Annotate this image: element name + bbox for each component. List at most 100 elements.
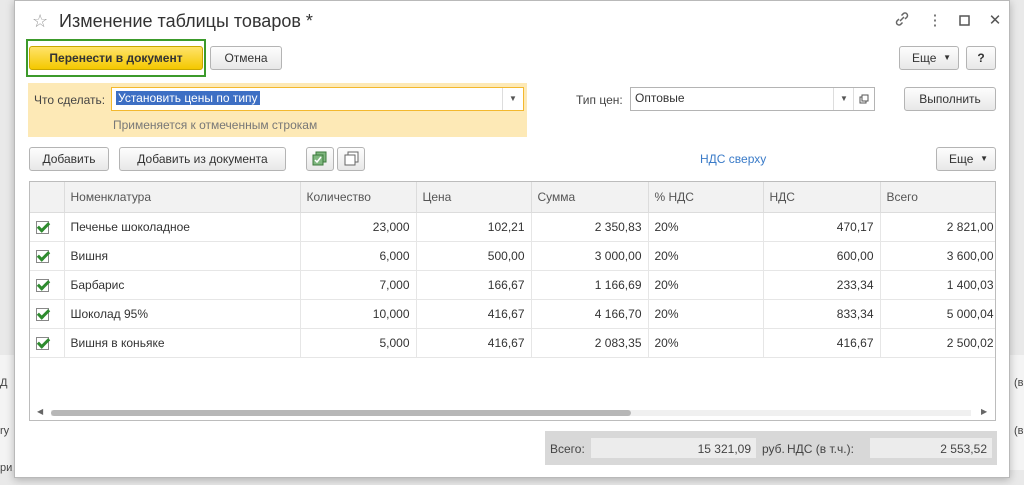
table-more-button[interactable]: Еще ▼: [936, 147, 996, 171]
maximize-icon[interactable]: [955, 11, 975, 31]
uncheck-all-button[interactable]: [337, 147, 365, 171]
cell-vat[interactable]: 233,34: [763, 270, 881, 300]
help-button[interactable]: ?: [966, 46, 996, 70]
action-label: Что сделать:: [34, 93, 106, 107]
cell-price[interactable]: 416,67: [416, 328, 532, 358]
cell-total[interactable]: 3 600,00: [880, 241, 995, 271]
cell-qty[interactable]: 23,000: [300, 212, 417, 242]
cell-name[interactable]: Вишня в коньяке: [64, 328, 301, 358]
transfer-to-document-button[interactable]: Перенести в документ: [29, 46, 203, 70]
cell-vat[interactable]: 416,67: [763, 328, 881, 358]
cell-qty[interactable]: 6,000: [300, 241, 417, 271]
uncheck-all-icon: [344, 151, 359, 166]
cell-qty[interactable]: 7,000: [300, 270, 417, 300]
cell-vat-rate[interactable]: 20%: [648, 328, 764, 358]
cell-sum[interactable]: 3 000,00: [531, 241, 649, 271]
vat-total-label: НДС (в т.ч.):: [787, 442, 854, 456]
column-header[interactable]: % НДС: [648, 182, 764, 213]
column-header[interactable]: Сумма: [531, 182, 649, 213]
cell-vat-rate[interactable]: 20%: [648, 270, 764, 300]
star-icon[interactable]: ☆: [32, 11, 48, 32]
column-header[interactable]: Номенклатура: [64, 182, 301, 213]
column-header[interactable]: НДС: [763, 182, 881, 213]
total-field: 15 321,09: [591, 438, 756, 458]
checkbox-icon[interactable]: [36, 307, 49, 321]
checkbox-icon[interactable]: [36, 336, 49, 350]
cell-vat-rate[interactable]: 20%: [648, 241, 764, 271]
table-row[interactable]: Шоколад 95% 10,000 416,67 4 166,70 20% 8…: [30, 299, 995, 329]
column-header[interactable]: Количество: [300, 182, 417, 213]
cell-name[interactable]: Печенье шоколадное: [64, 212, 301, 242]
table-row[interactable]: Барбарис 7,000 166,67 1 166,69 20% 233,3…: [30, 270, 995, 300]
open-icon[interactable]: [853, 88, 874, 110]
cell-total[interactable]: 2 500,02: [880, 328, 995, 358]
table-row[interactable]: Вишня в коньяке 5,000 416,67 2 083,35 20…: [30, 328, 995, 358]
check-all-button[interactable]: [306, 147, 334, 171]
more-vertical-icon[interactable]: ⋮: [925, 11, 945, 31]
row-checkbox[interactable]: [30, 241, 65, 271]
cell-name[interactable]: Барбарис: [64, 270, 301, 300]
column-header[interactable]: Всего: [880, 182, 995, 213]
table-row[interactable]: Печенье шоколадное 23,000 102,21 2 350,8…: [30, 212, 995, 242]
cell-price[interactable]: 416,67: [416, 299, 532, 329]
dropdown-arrow-icon: ▼: [980, 154, 988, 163]
totals-bar: Всего: 15 321,09 руб. НДС (в т.ч.): 2 55…: [545, 431, 997, 465]
cell-sum[interactable]: 4 166,70: [531, 299, 649, 329]
cell-name[interactable]: Шоколад 95%: [64, 299, 301, 329]
check-all-icon: [312, 151, 327, 166]
action-select[interactable]: Установить цены по типу ▼: [111, 87, 524, 111]
table-more-label: Еще: [949, 152, 974, 166]
background-text: ry: [0, 425, 10, 437]
vat-on-top-link[interactable]: НДС сверху: [700, 152, 766, 166]
link-icon[interactable]: [892, 11, 912, 31]
checkbox-icon[interactable]: [36, 249, 49, 263]
cell-price[interactable]: 500,00: [416, 241, 532, 271]
dropdown-arrow-icon[interactable]: ▼: [833, 88, 854, 110]
more-button[interactable]: Еще ▼: [899, 46, 959, 70]
cell-sum[interactable]: 2 083,35: [531, 328, 649, 358]
dropdown-arrow-icon[interactable]: ▼: [502, 88, 523, 110]
row-checkbox[interactable]: [30, 299, 65, 329]
cell-total[interactable]: 5 000,04: [880, 299, 995, 329]
checkbox-icon[interactable]: [36, 278, 49, 292]
row-checkbox[interactable]: [30, 270, 65, 300]
add-button[interactable]: Добавить: [29, 147, 109, 171]
price-type-select[interactable]: Оптовые ▼: [630, 87, 875, 111]
vat-total-value: 2 553,52: [940, 442, 987, 456]
scroll-right-icon[interactable]: ▶: [981, 407, 987, 416]
cell-vat[interactable]: 600,00: [763, 241, 881, 271]
column-header[interactable]: Цена: [416, 182, 532, 213]
cell-vat[interactable]: 833,34: [763, 299, 881, 329]
add-from-document-button[interactable]: Добавить из документа: [119, 147, 286, 171]
cell-sum[interactable]: 2 350,83: [531, 212, 649, 242]
cell-price[interactable]: 102,21: [416, 212, 532, 242]
cell-total[interactable]: 2 821,00: [880, 212, 995, 242]
scroll-left-icon[interactable]: ◀: [37, 407, 43, 416]
table-row[interactable]: Вишня 6,000 500,00 3 000,00 20% 600,00 3…: [30, 241, 995, 271]
dropdown-arrow-icon: ▼: [943, 53, 951, 62]
action-select-value-text: Установить цены по типу: [116, 91, 260, 105]
more-button-label: Еще: [912, 51, 937, 65]
row-checkbox[interactable]: [30, 212, 65, 242]
execute-button[interactable]: Выполнить: [904, 87, 996, 111]
goods-table: Номенклатура Количество Цена Сумма % НДС…: [29, 181, 996, 421]
cell-vat-rate[interactable]: 20%: [648, 212, 764, 242]
cell-name[interactable]: Вишня: [64, 241, 301, 271]
action-hint: Применяется к отмеченным строкам: [113, 118, 318, 132]
cell-vat-rate[interactable]: 20%: [648, 299, 764, 329]
cell-total[interactable]: 1 400,03: [880, 270, 995, 300]
cell-vat[interactable]: 470,17: [763, 212, 881, 242]
cell-qty[interactable]: 10,000: [300, 299, 417, 329]
close-icon[interactable]: ✕: [985, 11, 1005, 31]
total-value: 15 321,09: [697, 442, 751, 456]
column-header-check[interactable]: [30, 182, 65, 213]
horizontal-scrollbar[interactable]: ◀ ▶: [29, 407, 996, 420]
action-select-value: Установить цены по типу: [116, 91, 260, 105]
cell-sum[interactable]: 1 166,69: [531, 270, 649, 300]
cell-price[interactable]: 166,67: [416, 270, 532, 300]
cell-qty[interactable]: 5,000: [300, 328, 417, 358]
checkbox-icon[interactable]: [36, 220, 49, 234]
row-checkbox[interactable]: [30, 328, 65, 358]
cancel-button[interactable]: Отмена: [210, 46, 282, 70]
scrollbar-thumb[interactable]: [51, 410, 631, 416]
